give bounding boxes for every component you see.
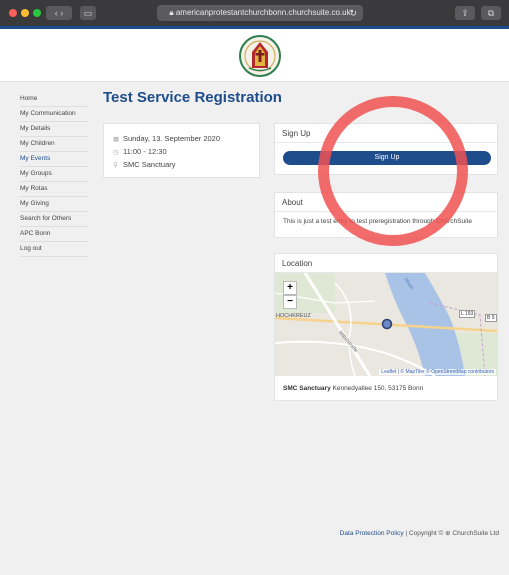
- reload-icon[interactable]: ↻: [349, 5, 357, 21]
- page-title: Test Service Registration: [103, 89, 282, 106]
- back-forward-icon[interactable]: ‹ ›: [46, 6, 72, 20]
- map-label-road2: B 9: [485, 314, 497, 322]
- close-window-icon[interactable]: [9, 9, 17, 17]
- sidebar-item-my-groups[interactable]: My Groups: [20, 167, 88, 182]
- calendar-icon: ▦: [113, 136, 120, 143]
- church-logo-icon[interactable]: [239, 35, 281, 77]
- location-heading: Location: [275, 254, 497, 273]
- tabs-icon[interactable]: ⧉: [481, 6, 501, 20]
- location-address: SMC Sanctuary Kennedyallee 150, 53175 Bo…: [283, 385, 423, 392]
- minimize-window-icon[interactable]: [21, 9, 29, 17]
- annotation-circle: [318, 96, 468, 246]
- sidebar-item-my-events[interactable]: My Events: [20, 152, 88, 167]
- sidebar-item-my-details[interactable]: My Details: [20, 122, 88, 137]
- copyright-text: | Copyright © ⊕ ChurchSuite Ltd: [403, 530, 499, 537]
- map-tiles: [275, 273, 497, 376]
- footer: Data Protection Policy | Copyright © ⊕ C…: [340, 529, 499, 537]
- map-attribution[interactable]: Leaflet | © MapTiler © OpenStreetMap con…: [379, 369, 496, 375]
- sidebar-item-my-communication[interactable]: My Communication: [20, 107, 88, 122]
- event-time: ◷ 11:00 - 12:30: [113, 147, 167, 156]
- location-map[interactable]: HOCHKREUZ L 193 B 9 Mittelstraße Rhein +…: [275, 273, 497, 376]
- map-marker-icon[interactable]: [381, 318, 393, 330]
- sidebar-item-my-children[interactable]: My Children: [20, 137, 88, 152]
- clock-icon: ◷: [113, 149, 119, 156]
- share-icon[interactable]: ⇪: [455, 6, 475, 20]
- site-header: [0, 29, 509, 82]
- url-text: americanprotestantchurchbonn.churchsuite…: [175, 8, 351, 17]
- browser-toolbar: ‹ › ▭ 🔒︎ americanprotestantchurchbonn.ch…: [0, 0, 509, 26]
- map-label-road1: L 193: [459, 310, 476, 318]
- location-address-text: Kennedyallee 150, 53175 Bonn: [332, 385, 424, 392]
- address-bar[interactable]: 🔒︎ americanprotestantchurchbonn.churchsu…: [157, 5, 363, 21]
- location-venue: SMC Sanctuary: [283, 385, 331, 392]
- sidebar-item-search-for-others[interactable]: Search for Others: [20, 212, 88, 227]
- sidebar-item-log-out[interactable]: Log out: [20, 242, 88, 257]
- event-info-box: ▦ Sunday, 13. September 2020 ◷ 11:00 - 12:…: [103, 123, 260, 178]
- event-location: ⚲ SMC Sanctuary: [113, 160, 176, 169]
- sidebar-item-apc-bonn[interactable]: APC Bonn: [20, 227, 88, 242]
- map-pin-icon: ⚲: [113, 162, 118, 169]
- map-zoom-in-button[interactable]: +: [283, 281, 297, 295]
- sidebar-item-home[interactable]: Home: [20, 92, 88, 107]
- sidebar-item-my-rotas[interactable]: My Rotas: [20, 182, 88, 197]
- location-panel: Location HOCHKREUZ L 193 B 9 Mittelstraß…: [274, 253, 498, 401]
- sidebar-nav: Home My Communication My Details My Chil…: [20, 92, 88, 257]
- event-date: ▦ Sunday, 13. September 2020: [113, 134, 221, 143]
- data-protection-link[interactable]: Data Protection Policy: [340, 530, 404, 537]
- map-label-area: HOCHKREUZ: [276, 313, 311, 319]
- sidebar-item-my-giving[interactable]: My Giving: [20, 197, 88, 212]
- maximize-window-icon[interactable]: [33, 9, 41, 17]
- sidebar-toggle-icon[interactable]: ▭: [80, 6, 96, 20]
- map-zoom-out-button[interactable]: −: [283, 295, 297, 309]
